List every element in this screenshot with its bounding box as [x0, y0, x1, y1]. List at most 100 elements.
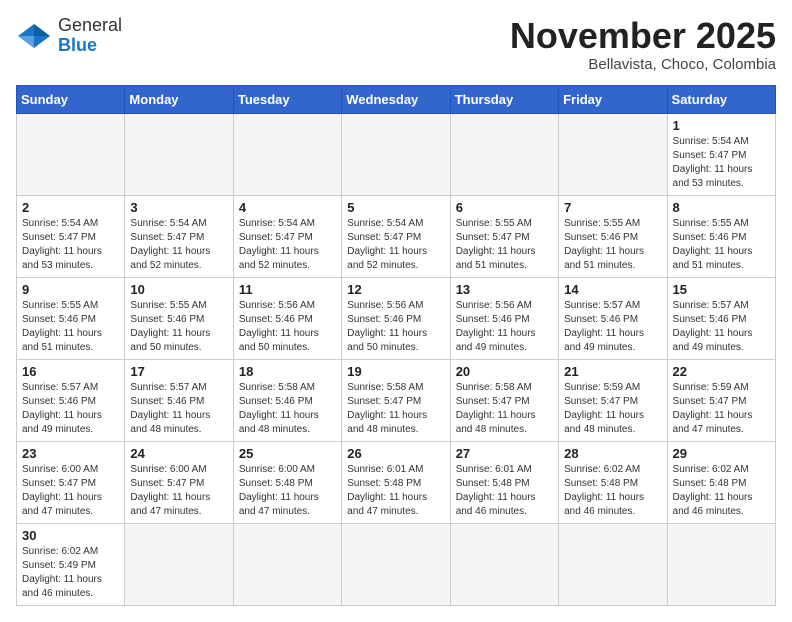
day-info: Sunrise: 6:01 AM Sunset: 5:48 PM Dayligh…	[347, 463, 444, 519]
day-info: Sunrise: 6:00 AM Sunset: 5:47 PM Dayligh…	[22, 463, 119, 519]
calendar-cell: 4Sunrise: 5:54 AM Sunset: 5:47 PM Daylig…	[233, 195, 341, 277]
day-number: 20	[456, 364, 553, 379]
calendar-cell: 24Sunrise: 6:00 AM Sunset: 5:47 PM Dayli…	[125, 441, 233, 523]
logo: General Blue	[16, 16, 122, 56]
day-info: Sunrise: 5:56 AM Sunset: 5:46 PM Dayligh…	[239, 299, 336, 355]
day-number: 14	[564, 282, 661, 297]
calendar-cell: 3Sunrise: 5:54 AM Sunset: 5:47 PM Daylig…	[125, 195, 233, 277]
day-info: Sunrise: 5:55 AM Sunset: 5:47 PM Dayligh…	[456, 217, 553, 273]
day-info: Sunrise: 5:57 AM Sunset: 5:46 PM Dayligh…	[564, 299, 661, 355]
calendar-cell: 25 Sunrise: 6:00 AM Sunset: 5:48 PM Dayli…	[233, 441, 341, 523]
header: General Blue November 2025 Bellavista, C…	[16, 16, 776, 73]
calendar-week-1: 1 Sunrise: 5:54 AM Sunset: 5:47 PM Daylig…	[17, 113, 776, 195]
logo-icon	[16, 22, 52, 50]
day-number: 29	[673, 446, 770, 461]
day-info: Sunrise: 6:01 AM Sunset: 5:48 PM Dayligh…	[456, 463, 553, 519]
calendar-cell: 11 Sunrise: 5:56 AM Sunset: 5:46 PM Dayli…	[233, 277, 341, 359]
calendar-cell: 6 Sunrise: 5:55 AM Sunset: 5:47 PM Daylig…	[450, 195, 558, 277]
calendar-cell	[559, 523, 667, 605]
day-number: 1	[673, 118, 770, 133]
calendar-week-2: 2 Sunrise: 5:54 AM Sunset: 5:47 PM Daylig…	[17, 195, 776, 277]
calendar-cell	[125, 523, 233, 605]
day-number: 6	[456, 200, 553, 215]
day-number: 30	[22, 528, 119, 543]
logo-blue-text: Blue	[58, 35, 97, 55]
calendar-cell: 2Sunrise: 5:54 AM Sunset: 5:47 PM Daylig…	[17, 195, 125, 277]
calendar-cell	[233, 523, 341, 605]
weekday-header-saturday: Saturday	[667, 85, 775, 113]
calendar-cell: 29 Sunrise: 6:02 AM Sunset: 5:48 PM Dayli…	[667, 441, 775, 523]
calendar-cell: 15 Sunrise: 5:57 AM Sunset: 5:46 PM Dayli…	[667, 277, 775, 359]
day-info: Sunrise: 6:02 AM Sunset: 5:48 PM Dayligh…	[673, 463, 770, 519]
calendar-cell: 5 Sunrise: 5:54 AM Sunset: 5:47 PM Daylig…	[342, 195, 450, 277]
day-info: Sunrise: 5:56 AM Sunset: 5:46 PM Dayligh…	[347, 299, 444, 355]
calendar-cell	[17, 113, 125, 195]
weekday-header-sunday: Sunday	[17, 85, 125, 113]
calendar-cell: 27 Sunrise: 6:01 AM Sunset: 5:48 PM Dayli…	[450, 441, 558, 523]
day-number: 10	[130, 282, 227, 297]
calendar-week-3: 9Sunrise: 5:55 AM Sunset: 5:46 PM Daylig…	[17, 277, 776, 359]
calendar-cell	[233, 113, 341, 195]
calendar-cell	[450, 523, 558, 605]
calendar-cell: 26 Sunrise: 6:01 AM Sunset: 5:48 PM Dayli…	[342, 441, 450, 523]
day-info: Sunrise: 5:54 AM Sunset: 5:47 PM Dayligh…	[239, 217, 336, 273]
day-number: 27	[456, 446, 553, 461]
day-info: Sunrise: 5:55 AM Sunset: 5:46 PM Dayligh…	[673, 217, 770, 273]
day-info: Sunrise: 5:56 AM Sunset: 5:46 PM Dayligh…	[456, 299, 553, 355]
calendar-week-5: 23 Sunrise: 6:00 AM Sunset: 5:47 PM Dayli…	[17, 441, 776, 523]
day-info: Sunrise: 5:57 AM Sunset: 5:46 PM Dayligh…	[130, 381, 227, 437]
weekday-header-tuesday: Tuesday	[233, 85, 341, 113]
day-info: Sunrise: 5:58 AM Sunset: 5:46 PM Dayligh…	[239, 381, 336, 437]
day-info: Sunrise: 6:00 AM Sunset: 5:48 PM Dayligh…	[239, 463, 336, 519]
calendar-cell: 7Sunrise: 5:55 AM Sunset: 5:46 PM Daylig…	[559, 195, 667, 277]
calendar-cell: 20Sunrise: 5:58 AM Sunset: 5:47 PM Dayli…	[450, 359, 558, 441]
day-info: Sunrise: 5:54 AM Sunset: 5:47 PM Dayligh…	[130, 217, 227, 273]
day-number: 17	[130, 364, 227, 379]
logo-general-text: General	[58, 15, 122, 35]
day-number: 18	[239, 364, 336, 379]
day-info: Sunrise: 5:55 AM Sunset: 5:46 PM Dayligh…	[564, 217, 661, 273]
day-info: Sunrise: 5:59 AM Sunset: 5:47 PM Dayligh…	[673, 381, 770, 437]
day-number: 21	[564, 364, 661, 379]
day-number: 5	[347, 200, 444, 215]
day-info: Sunrise: 5:55 AM Sunset: 5:46 PM Dayligh…	[22, 299, 119, 355]
calendar-cell: 18 Sunrise: 5:58 AM Sunset: 5:46 PM Dayli…	[233, 359, 341, 441]
calendar-cell: 1 Sunrise: 5:54 AM Sunset: 5:47 PM Daylig…	[667, 113, 775, 195]
day-info: Sunrise: 6:02 AM Sunset: 5:48 PM Dayligh…	[564, 463, 661, 519]
calendar-cell: 21Sunrise: 5:59 AM Sunset: 5:47 PM Dayli…	[559, 359, 667, 441]
day-number: 2	[22, 200, 119, 215]
day-number: 16	[22, 364, 119, 379]
day-info: Sunrise: 5:55 AM Sunset: 5:46 PM Dayligh…	[130, 299, 227, 355]
day-info: Sunrise: 5:54 AM Sunset: 5:47 PM Dayligh…	[673, 135, 770, 191]
title-area: November 2025 Bellavista, Choco, Colombi…	[510, 16, 776, 73]
calendar-cell: 30 Sunrise: 6:02 AM Sunset: 5:49 PM Dayli…	[17, 523, 125, 605]
calendar-cell: 12Sunrise: 5:56 AM Sunset: 5:46 PM Dayli…	[342, 277, 450, 359]
day-info: Sunrise: 5:54 AM Sunset: 5:47 PM Dayligh…	[347, 217, 444, 273]
day-number: 11	[239, 282, 336, 297]
month-title: November 2025	[510, 16, 776, 56]
calendar-cell: 23 Sunrise: 6:00 AM Sunset: 5:47 PM Dayli…	[17, 441, 125, 523]
calendar-cell: 9Sunrise: 5:55 AM Sunset: 5:46 PM Daylig…	[17, 277, 125, 359]
calendar-cell	[667, 523, 775, 605]
day-number: 15	[673, 282, 770, 297]
calendar: SundayMondayTuesdayWednesdayThursdayFrid…	[16, 85, 776, 606]
weekday-header-row: SundayMondayTuesdayWednesdayThursdayFrid…	[17, 85, 776, 113]
day-number: 28	[564, 446, 661, 461]
weekday-header-wednesday: Wednesday	[342, 85, 450, 113]
calendar-cell: 22Sunrise: 5:59 AM Sunset: 5:47 PM Dayli…	[667, 359, 775, 441]
day-number: 25	[239, 446, 336, 461]
day-number: 26	[347, 446, 444, 461]
calendar-cell: 14 Sunrise: 5:57 AM Sunset: 5:46 PM Dayli…	[559, 277, 667, 359]
calendar-cell: 16Sunrise: 5:57 AM Sunset: 5:46 PM Dayli…	[17, 359, 125, 441]
day-info: Sunrise: 6:00 AM Sunset: 5:47 PM Dayligh…	[130, 463, 227, 519]
calendar-cell: 19Sunrise: 5:58 AM Sunset: 5:47 PM Dayli…	[342, 359, 450, 441]
day-number: 8	[673, 200, 770, 215]
calendar-cell	[342, 523, 450, 605]
calendar-cell	[125, 113, 233, 195]
day-info: Sunrise: 6:02 AM Sunset: 5:49 PM Dayligh…	[22, 545, 119, 601]
weekday-header-friday: Friday	[559, 85, 667, 113]
calendar-cell: 10 Sunrise: 5:55 AM Sunset: 5:46 PM Dayli…	[125, 277, 233, 359]
calendar-cell	[559, 113, 667, 195]
day-info: Sunrise: 5:57 AM Sunset: 5:46 PM Dayligh…	[673, 299, 770, 355]
day-number: 23	[22, 446, 119, 461]
